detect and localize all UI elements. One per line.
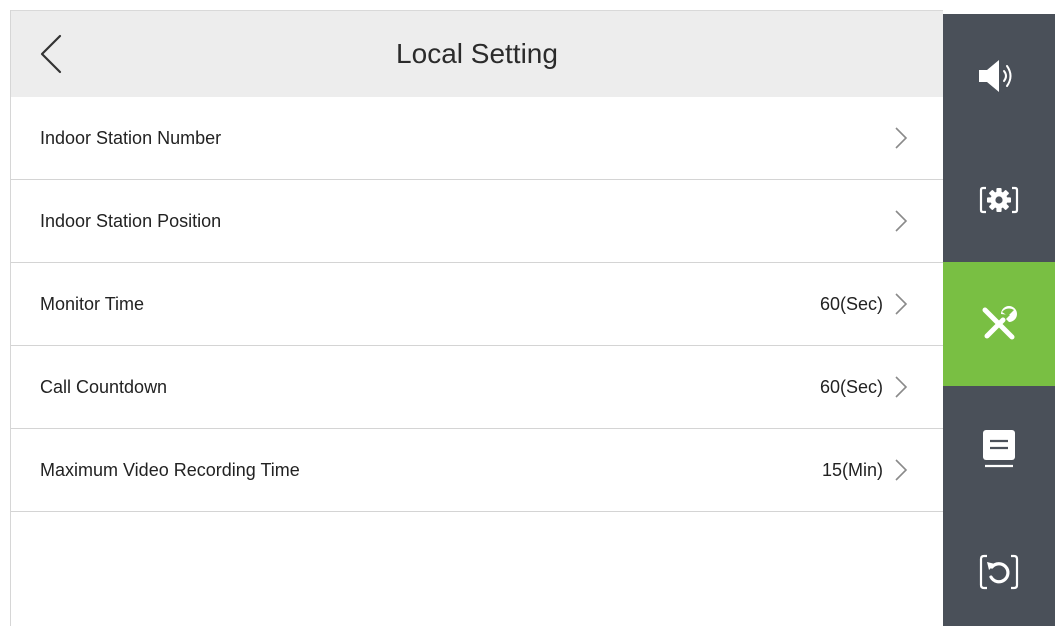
sidebar-item-restore[interactable] xyxy=(943,510,1055,634)
settings-list: Indoor Station Number Indoor Station Pos… xyxy=(11,97,943,512)
sidebar-item-volume[interactable] xyxy=(943,14,1055,138)
setting-label: Indoor Station Position xyxy=(40,211,222,231)
message-icon xyxy=(983,430,1015,468)
setting-value: 15(Min) xyxy=(821,460,883,480)
chevron-right-icon xyxy=(895,127,908,149)
setting-label: Call Countdown xyxy=(40,377,168,397)
header-bar: Local Setting xyxy=(11,11,943,97)
setting-label: Indoor Station Number xyxy=(40,128,222,148)
chevron-right-icon xyxy=(895,210,908,232)
sidebar-item-local-setting[interactable] xyxy=(943,262,1055,386)
setting-row-indoor-station-number[interactable]: Indoor Station Number xyxy=(11,97,943,180)
back-button[interactable] xyxy=(29,29,73,79)
chevron-right-icon xyxy=(895,459,908,481)
setting-value: 60(Sec) xyxy=(819,294,883,314)
gear-icon xyxy=(979,186,1019,214)
chevron-right-icon xyxy=(895,376,908,398)
restore-icon xyxy=(979,554,1019,590)
settings-panel: Local Setting Indoor Station Number Indo… xyxy=(11,11,943,626)
setting-row-indoor-station-position[interactable]: Indoor Station Position xyxy=(11,180,943,263)
sidebar xyxy=(943,14,1055,626)
chevron-right-icon xyxy=(895,293,908,315)
setting-row-call-countdown[interactable]: Call Countdown 60(Sec) xyxy=(11,346,943,429)
sidebar-item-messages[interactable] xyxy=(943,386,1055,510)
setting-row-monitor-time[interactable]: Monitor Time 60(Sec) xyxy=(11,263,943,346)
setting-label: Monitor Time xyxy=(40,294,145,314)
setting-label: Maximum Video Recording Time xyxy=(40,460,300,480)
setting-value: 60(Sec) xyxy=(819,377,883,397)
setting-row-max-video-recording-time[interactable]: Maximum Video Recording Time 15(Min) xyxy=(11,429,943,512)
back-arrow-icon xyxy=(40,34,62,74)
tools-icon xyxy=(982,306,1017,340)
sidebar-item-system-settings[interactable] xyxy=(943,138,1055,262)
speaker-icon xyxy=(979,60,1012,92)
page-title: Local Setting xyxy=(396,38,558,69)
